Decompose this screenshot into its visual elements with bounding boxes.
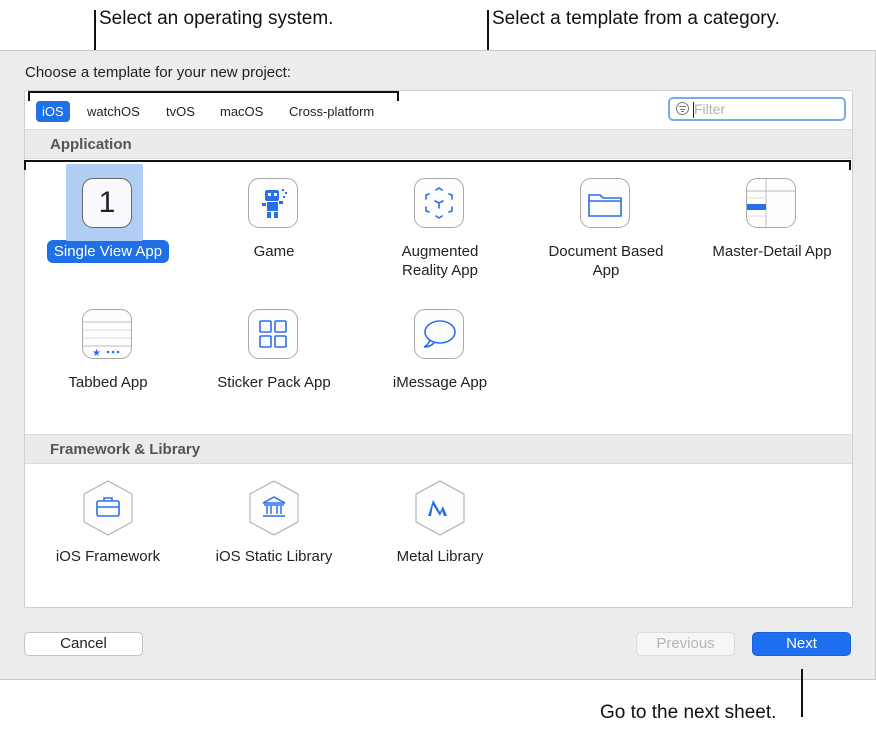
template-callout-bracket [24, 160, 851, 162]
metal-library-icon [414, 480, 466, 536]
cancel-button[interactable]: Cancel [24, 632, 143, 656]
document-based-app-icon [580, 178, 632, 230]
tab-cross-platform[interactable]: Cross-platform [283, 101, 380, 122]
next-callout-line [801, 669, 803, 717]
template-panel: iOS watchOS tvOS macOS Cross-platform Ap… [24, 90, 853, 608]
filter-input[interactable] [694, 100, 839, 118]
game-icon [248, 178, 300, 230]
os-callout-text: Select an operating system. [99, 8, 334, 29]
os-callout-bracket [28, 91, 399, 93]
section-header-framework-library: Framework & Library [25, 434, 852, 464]
template-bracket-right [849, 160, 851, 170]
template-bracket-left [24, 160, 26, 170]
template-metal-library[interactable]: Metal Library [357, 480, 523, 568]
framework-icon [82, 480, 134, 536]
single-view-glyph: 1 [98, 186, 116, 219]
next-callout-text: Go to the next sheet. [600, 702, 777, 723]
template-game[interactable]: Game [191, 178, 357, 263]
template-document-based-app[interactable]: Document Based App [523, 178, 689, 282]
template-label: Master-Detail App [712, 243, 832, 260]
template-callout-text: Select a template from a category. [492, 8, 780, 29]
single-view-app-icon: 1 [82, 178, 134, 230]
svg-text:★: ★ [92, 348, 101, 358]
tab-ios[interactable]: iOS [36, 101, 70, 122]
os-bracket-right [397, 91, 399, 101]
template-label: Document Based App [548, 243, 664, 279]
platform-tab-bar: iOS watchOS tvOS macOS Cross-platform [25, 91, 852, 129]
template-label: iMessage App [392, 374, 488, 391]
next-button[interactable]: Next [752, 632, 851, 656]
template-label: Sticker Pack App [217, 374, 331, 391]
template-label: Augmented Reality App [401, 243, 479, 279]
augmented-reality-icon [414, 178, 466, 230]
imessage-app-icon [414, 309, 466, 361]
template-tabbed-app[interactable]: ★ Tabbed App [25, 309, 191, 394]
template-augmented-reality-app[interactable]: Augmented Reality App [357, 178, 523, 282]
template-label: Tabbed App [68, 374, 148, 391]
template-imessage-app[interactable]: iMessage App [357, 309, 523, 394]
master-detail-app-icon [746, 178, 798, 230]
filter-field[interactable] [668, 97, 846, 121]
template-label: Game [253, 243, 295, 260]
template-single-view-app[interactable]: 1 Single View App [25, 164, 191, 263]
tabbed-app-icon: ★ [82, 309, 134, 361]
tab-tvos[interactable]: tvOS [160, 101, 201, 122]
template-label: iOS Static Library [215, 548, 333, 565]
section-title-application: Application [50, 136, 132, 153]
template-ios-framework[interactable]: iOS Framework [25, 480, 191, 568]
tab-watchos[interactable]: watchOS [81, 101, 146, 122]
filter-icon [676, 102, 689, 115]
os-bracket-left [28, 91, 30, 101]
section-header-application: Application [25, 129, 852, 159]
template-ios-static-library[interactable]: iOS Static Library [191, 480, 357, 568]
sticker-pack-icon [248, 309, 300, 361]
template-label: Single View App [46, 240, 170, 263]
static-library-icon [248, 480, 300, 536]
dialog-prompt: Choose a template for your new project: [25, 64, 291, 81]
template-label: Metal Library [396, 548, 484, 565]
previous-button[interactable]: Previous [636, 632, 735, 656]
tab-macos[interactable]: macOS [214, 101, 269, 122]
template-sticker-pack-app[interactable]: Sticker Pack App [191, 309, 357, 394]
section-title-framework-library: Framework & Library [50, 441, 201, 458]
template-master-detail-app[interactable]: Master-Detail App [689, 178, 852, 263]
template-label: iOS Framework [55, 548, 161, 565]
